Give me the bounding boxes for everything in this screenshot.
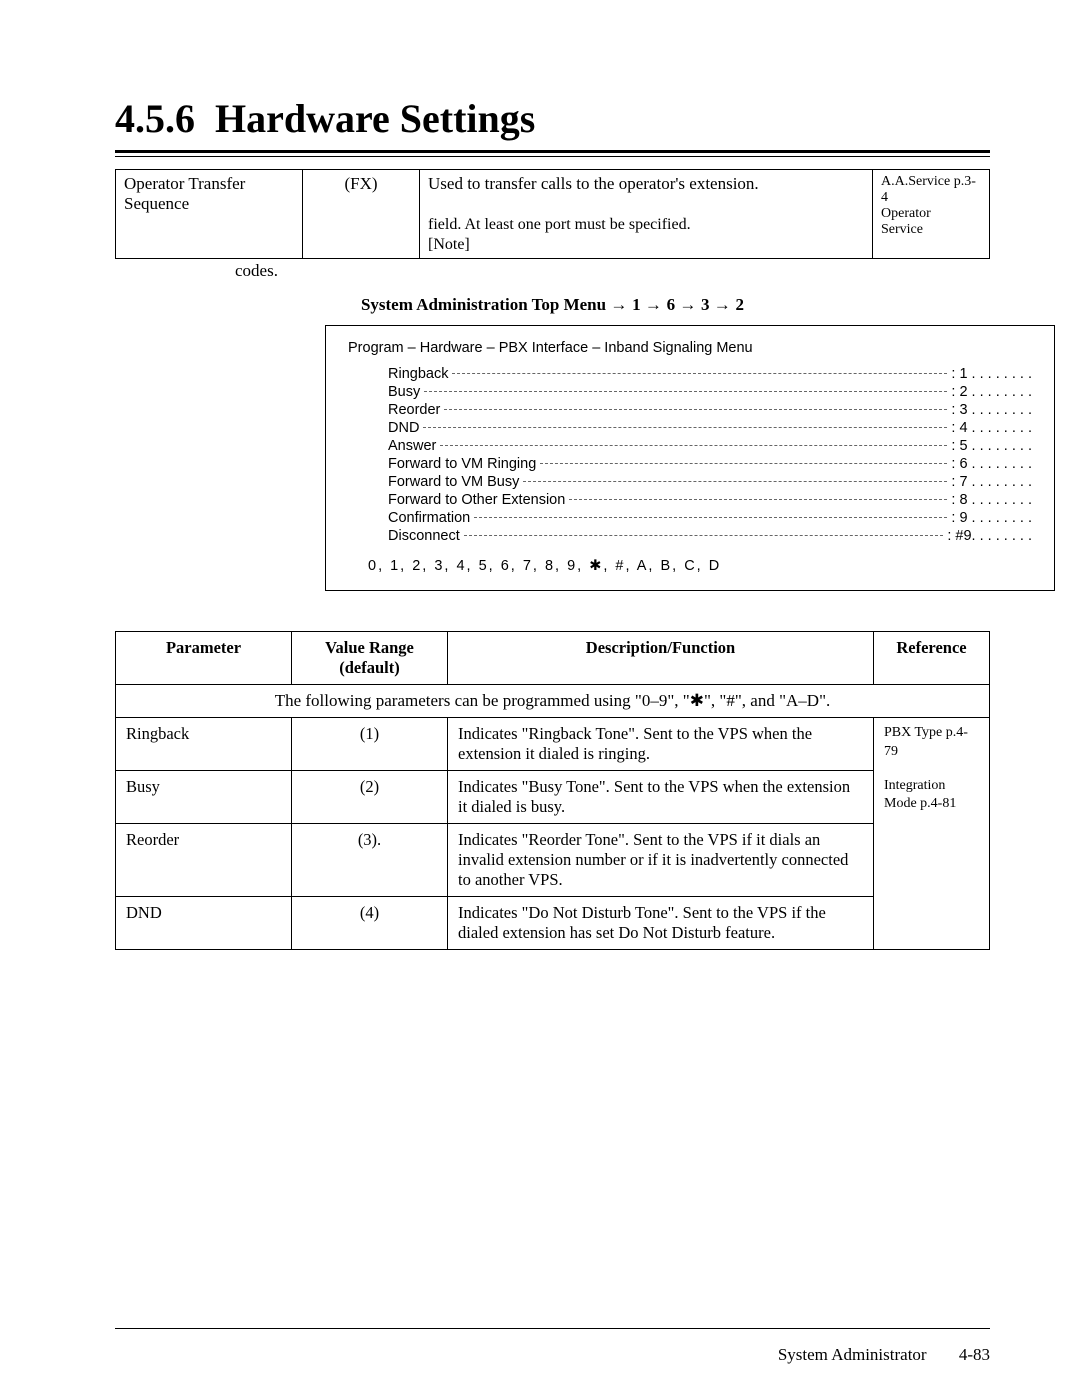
menu-item-value: : 7 . . . . . . . .: [951, 474, 1032, 490]
section-heading: 4.5.6 Hardware Settings: [115, 95, 990, 142]
frag-col4b: Operator: [881, 206, 931, 221]
frag-col3b: field. At least one port must be specifi…: [428, 216, 691, 233]
rule-thick: [115, 150, 990, 153]
menu-keys: 0, 1, 2, 3, 4, 5, 6, 7, 8, 9, ✱, #, A, B…: [368, 558, 1032, 574]
col-parameter: Parameter: [116, 632, 292, 685]
param-name: Reorder: [116, 824, 292, 897]
nav-path: System Administration Top Menu → 1 → 6 →…: [115, 295, 990, 315]
menu-item: DND : 4 . . . . . . . .: [388, 420, 1032, 436]
menu-item: Disconnect : #9. . . . . . . .: [388, 528, 1032, 544]
menu-item-value: : 6 . . . . . . . .: [951, 456, 1032, 472]
menu-item: Ringback : 1 . . . . . . . .: [388, 366, 1032, 382]
param-value: (2): [292, 771, 448, 824]
leader-dash: [464, 535, 944, 536]
col-value: Value Range (default): [292, 632, 448, 685]
menu-item-label: Forward to VM Busy: [388, 474, 519, 490]
table-row: DND (4) Indicates "Do Not Disturb Tone".…: [116, 897, 990, 950]
col-ref: Reference: [874, 632, 990, 685]
param-desc: Indicates "Busy Tone". Sent to the VPS w…: [448, 771, 874, 824]
arrow-icon: →: [679, 295, 701, 314]
arrow-icon: →: [714, 295, 736, 314]
param-value: (4): [292, 897, 448, 950]
footer-rule: [115, 1328, 990, 1329]
param-intro: The following parameters can be programm…: [116, 685, 990, 718]
nav-step-2: 6: [667, 295, 676, 314]
table-row: Reorder (3). Indicates "Reorder Tone". S…: [116, 824, 990, 897]
menu-item: Busy : 2 . . . . . . . .: [388, 384, 1032, 400]
arrow-icon: →: [645, 295, 667, 314]
leader-dash: [452, 373, 947, 374]
param-ref: [874, 824, 990, 897]
menu-item: Reorder : 3 . . . . . . . .: [388, 402, 1032, 418]
footer-page: 4-83: [959, 1345, 990, 1364]
menu-item-label: Reorder: [388, 402, 440, 418]
menu-item-value: : 1 . . . . . . . .: [951, 366, 1032, 382]
menu-item: Answer : 5 . . . . . . . .: [388, 438, 1032, 454]
leader-dash: [440, 445, 947, 446]
nav-step-1: 1: [632, 295, 641, 314]
parameter-table: Parameter Value Range (default) Descript…: [115, 631, 990, 950]
param-desc: Indicates "Ringback Tone". Sent to the V…: [448, 718, 874, 771]
frag-col2: (FX): [344, 174, 377, 193]
menu-item: Confirmation : 9 . . . . . . . .: [388, 510, 1032, 526]
table-row: Busy (2) Indicates "Busy Tone". Sent to …: [116, 771, 990, 824]
rule-thin: [115, 156, 990, 157]
frag-col4a: A.A.Service p.3-4: [881, 174, 976, 205]
menu-item-label: Answer: [388, 438, 436, 454]
leader-dash: [569, 499, 947, 500]
leader-dash: [424, 391, 947, 392]
param-name: Busy: [116, 771, 292, 824]
menu-item-value: : 3 . . . . . . . .: [951, 402, 1032, 418]
param-name: DND: [116, 897, 292, 950]
param-desc: Indicates "Do Not Disturb Tone". Sent to…: [448, 897, 874, 950]
leader-dash: [444, 409, 947, 410]
menu-item-label: Busy: [388, 384, 420, 400]
leader-dash: [474, 517, 947, 518]
footer: System Administrator 4-83: [778, 1345, 990, 1365]
frag-col3c: [Note]: [428, 236, 470, 253]
menu-item-value: : 4 . . . . . . . .: [951, 420, 1032, 436]
nav-step-4: 2: [736, 295, 745, 314]
leader-dash: [523, 481, 947, 482]
menu-item: Forward to Other Extension : 8 . . . . .…: [388, 492, 1032, 508]
col-desc: Description/Function: [448, 632, 874, 685]
arrow-icon: →: [610, 295, 632, 314]
codes-label: codes.: [235, 261, 990, 281]
footer-label: System Administrator: [778, 1345, 927, 1364]
menu-item-value: : 8 . . . . . . . .: [951, 492, 1032, 508]
menu-item-label: DND: [388, 420, 419, 436]
menu-item-label: Forward to VM Ringing: [388, 456, 536, 472]
nav-prefix: System Administration Top Menu: [361, 295, 606, 314]
frag-col3a: Used to transfer calls to the operator's…: [428, 174, 759, 193]
leader-dash: [423, 427, 947, 428]
menu-item-value: : 9 . . . . . . . .: [951, 510, 1032, 526]
param-ref: PBX Type p.4-79: [874, 718, 990, 771]
leader-dash: [540, 463, 947, 464]
menu-item-label: Ringback: [388, 366, 448, 382]
section-number: 4.5.6: [115, 96, 195, 141]
table-row: Ringback (1) Indicates "Ringback Tone". …: [116, 718, 990, 771]
param-ref: Integration Mode p.4-81: [874, 771, 990, 824]
frag-col4c: Service: [881, 222, 923, 237]
menu-item: Forward to VM Ringing : 6 . . . . . . . …: [388, 456, 1032, 472]
menu-item: Forward to VM Busy : 7 . . . . . . . .: [388, 474, 1032, 490]
param-desc: Indicates "Reorder Tone". Sent to the VP…: [448, 824, 874, 897]
menu-item-label: Disconnect: [388, 528, 460, 544]
frag-col1: Operator Transfer Sequence: [124, 174, 245, 213]
param-value: (3).: [292, 824, 448, 897]
menu-title: Program – Hardware – PBX Interface – Inb…: [348, 340, 1032, 356]
menu-item-label: Forward to Other Extension: [388, 492, 565, 508]
nav-step-3: 3: [701, 295, 710, 314]
menu-item-label: Confirmation: [388, 510, 470, 526]
param-ref: [874, 897, 990, 950]
menu-item-value: : #9. . . . . . . .: [947, 528, 1032, 544]
param-value: (1): [292, 718, 448, 771]
menu-box: Program – Hardware – PBX Interface – Inb…: [325, 325, 1055, 591]
fragment-table: Operator Transfer Sequence (FX) Used to …: [115, 169, 990, 259]
menu-item-value: : 2 . . . . . . . .: [951, 384, 1032, 400]
param-name: Ringback: [116, 718, 292, 771]
menu-item-value: : 5 . . . . . . . .: [951, 438, 1032, 454]
section-title: Hardware Settings: [215, 96, 535, 141]
